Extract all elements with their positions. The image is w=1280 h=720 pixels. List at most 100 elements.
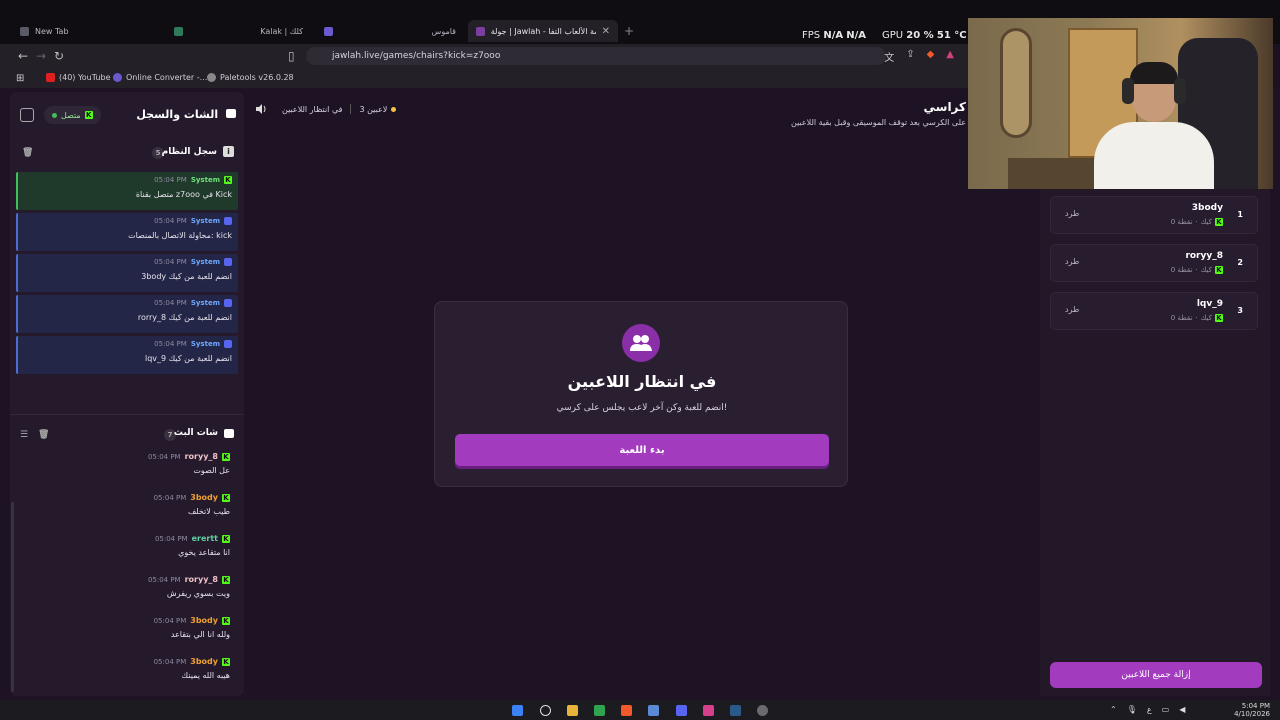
bookmark-online-converter[interactable]: Online Converter -...: [113, 73, 207, 82]
message-time: 05:04 PM: [153, 616, 187, 625]
stream-chat-title: شات البث: [173, 428, 218, 438]
message-user: erertt: [191, 534, 218, 543]
kick-icon: K: [1215, 266, 1223, 274]
system-log-entry: 05:04 PM System lqv_9 انضم للعبة من كيك: [16, 336, 238, 374]
player-rank: 1: [1237, 210, 1243, 219]
player-meta: 0 نقطة · كيك K: [1170, 314, 1223, 322]
card-subtitle: انضم للعبة وكن آخر لاعب يجلس على كرسي!: [556, 403, 728, 413]
player-row: 2 roryy_8 0 نقطة · كيك K طرد: [1050, 244, 1258, 282]
bookmark-label: (40) YouTube: [59, 73, 111, 82]
volume-icon[interactable]: ◀: [1179, 705, 1185, 714]
bookmark-youtube[interactable]: (40) YouTube: [46, 73, 111, 82]
fps-value: N/A: [823, 30, 844, 41]
toolbar-icons: 文 ⇪ ◆ ▲: [884, 49, 954, 64]
microphone-icon[interactable]: 🎙: [1127, 705, 1137, 714]
windows-start-icon[interactable]: [512, 705, 523, 716]
kick-icon: K: [222, 575, 230, 584]
language-indicator[interactable]: ع: [1147, 705, 1152, 714]
entry-time: 05:04 PM: [154, 258, 187, 266]
share-icon[interactable]: ⇪: [906, 49, 914, 64]
clock[interactable]: 5:04 PM 4/10/2026: [1234, 702, 1270, 718]
entry-time: 05:04 PM: [154, 340, 187, 348]
message-text: طيب لاتخلف: [187, 507, 230, 516]
message-user: roryy_8: [184, 452, 218, 461]
system-log-header: 🗑 5 سجل النظام i: [10, 142, 244, 164]
entry-user: System: [190, 176, 220, 184]
message-time: 05:04 PM: [147, 575, 181, 584]
apps-grid-icon[interactable]: ⊞: [16, 73, 24, 84]
clock-date: 4/10/2026: [1234, 710, 1270, 718]
jawlah-icon: [476, 26, 485, 36]
obs-icon[interactable]: [757, 705, 768, 716]
bookmark-label: Online Converter -...: [126, 73, 208, 82]
kick-icon: K: [84, 111, 93, 119]
translate-icon[interactable]: 文: [884, 49, 894, 64]
entry-user: System: [190, 299, 220, 307]
discord-icon: [224, 340, 232, 348]
kick-player-button[interactable]: طرد: [1065, 305, 1079, 314]
steam-icon[interactable]: [730, 705, 741, 716]
stream-chat-header: ☰ 🗑 7 شات البث: [10, 424, 244, 446]
trash-icon[interactable]: 🗑: [38, 430, 49, 440]
address-bar[interactable]: jawlah.live/games/chairs?kick=z7ooo: [306, 47, 886, 65]
tab-label: Kalak | كلك: [260, 26, 303, 36]
users-icon: [622, 324, 660, 362]
chat-message: 05:04 PM roryy_8 K ويت بسوي ريفرش: [16, 575, 238, 615]
kick-icon: K: [222, 493, 230, 502]
entry-message: متصل بقناة z7ooo في Kick: [135, 190, 232, 199]
tab-label: جولة | Jawlah - منصة الألعاب التفا: [490, 26, 596, 36]
gpu-temp: 51 °C: [936, 30, 967, 41]
tab-kalak[interactable]: Kalak | كلك: [166, 22, 311, 40]
section-divider: [10, 414, 244, 415]
trash-icon[interactable]: 🗑: [22, 148, 33, 158]
player-name: 3body: [1191, 203, 1223, 213]
tab-new-tab[interactable]: New Tab: [12, 22, 77, 40]
list-icon[interactable]: ☰: [20, 430, 28, 440]
store-icon[interactable]: [648, 705, 659, 716]
system-log-entry: 05:04 PM System محاولة الاتصال بالمنصات: …: [16, 213, 238, 251]
entry-user: System: [190, 217, 220, 225]
kick-player-button[interactable]: طرد: [1065, 209, 1079, 218]
search-icon[interactable]: [540, 705, 551, 716]
xbox-icon[interactable]: [594, 705, 605, 716]
brave-icon[interactable]: [621, 705, 632, 716]
kick-player-button[interactable]: طرد: [1065, 257, 1079, 266]
player-points: 0 نقطة: [1170, 314, 1193, 322]
bookmark-paletools[interactable]: Paletools v26.0.28: [207, 73, 294, 82]
start-game-button[interactable]: بدء اللعبة: [455, 434, 829, 466]
status-dot: [52, 112, 57, 118]
speaker-icon[interactable]: [254, 102, 268, 116]
network-icon[interactable]: ▭: [1162, 705, 1170, 714]
fps-label: FPS: [802, 30, 821, 41]
clock-time: 5:04 PM: [1241, 702, 1270, 710]
new-tab-icon[interactable]: +: [624, 24, 634, 38]
youtube-icon: [46, 73, 55, 82]
discord-icon[interactable]: [676, 705, 687, 716]
chat-scrollbar[interactable]: [11, 502, 14, 692]
game-status-bar: في انتظار اللاعبين 3 لاعبين: [254, 102, 400, 116]
card-title: في انتظار اللاعبين: [567, 372, 717, 391]
panel-title: الشات والسجل: [136, 108, 236, 121]
chat-log-panel: متصل K الشات والسجل 🗑 5 سجل النظام i 05:…: [10, 92, 244, 696]
player-points: 0 نقطة: [1170, 218, 1193, 226]
forward-icon[interactable]: →: [36, 49, 46, 63]
chevron-up-icon[interactable]: ⌃: [1110, 705, 1117, 714]
tab-jawlah[interactable]: جولة | Jawlah - منصة الألعاب التفا ✕: [468, 20, 618, 42]
brave-shield-icon[interactable]: ◆: [927, 49, 935, 64]
collapse-panel-icon[interactable]: [20, 108, 34, 122]
back-icon[interactable]: ←: [18, 49, 28, 63]
chat-bubble-icon: [224, 428, 234, 438]
tab-label: قاموس: [431, 26, 456, 36]
kick-icon: K: [222, 452, 230, 461]
rewards-icon[interactable]: ▲: [946, 49, 954, 64]
close-icon[interactable]: ✕: [602, 26, 610, 37]
instagram-icon[interactable]: [703, 705, 714, 716]
tab-dictionary[interactable]: قاموس: [316, 22, 464, 40]
remove-all-players-button[interactable]: إزالة جميع اللاعبين: [1050, 662, 1262, 688]
file-explorer-icon[interactable]: [567, 705, 578, 716]
chat-bubble-icon: [226, 109, 236, 118]
reload-icon[interactable]: ↻: [54, 49, 64, 63]
streamer-body: [1094, 122, 1214, 189]
bookmark-icon[interactable]: ▯: [288, 49, 295, 63]
player-meta: 0 نقطة · كيك K: [1170, 218, 1223, 226]
